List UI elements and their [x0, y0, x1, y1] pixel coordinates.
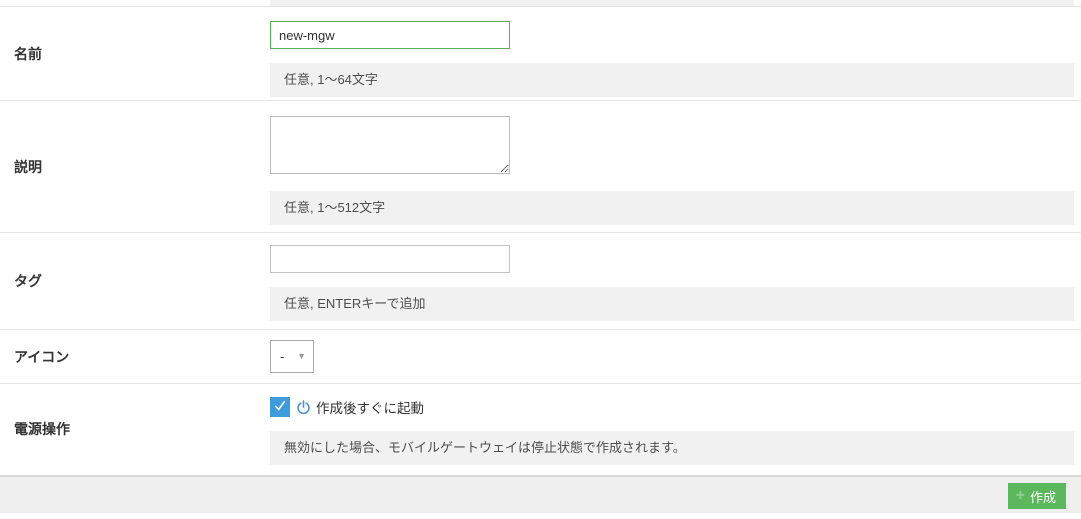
icon-select-value: -	[280, 349, 284, 364]
power-checkbox-line: 作成後すぐに起動	[270, 397, 1074, 417]
create-button-label: 作成	[1030, 487, 1056, 506]
tags-input[interactable]	[270, 245, 510, 273]
form-body: 名前 任意, 1～64文字 説明 任意, 1～512文字 タグ 任意, ENTE…	[0, 7, 1081, 474]
plus-icon: +	[1016, 488, 1025, 504]
name-field-label: 名前	[0, 44, 270, 64]
name-input[interactable]	[270, 21, 510, 49]
description-field-label: 説明	[0, 157, 270, 177]
form-row-tags: タグ 任意, ENTERキーで追加	[0, 233, 1081, 330]
create-mobile-gateway-form: 名前 任意, 1～64文字 説明 任意, 1～512文字 タグ 任意, ENTE…	[0, 0, 1081, 519]
power-icon	[296, 400, 311, 415]
form-row-description: 説明 任意, 1～512文字	[0, 101, 1081, 233]
icon-select[interactable]: - ▼	[270, 340, 314, 373]
description-textarea[interactable]	[270, 116, 510, 174]
form-row-icon: アイコン - ▼	[0, 330, 1081, 384]
power-on-checkbox[interactable]	[270, 397, 290, 417]
description-field-hint: 任意, 1～512文字	[270, 191, 1074, 225]
tags-field-hint: 任意, ENTERキーで追加	[270, 287, 1074, 321]
check-icon	[273, 398, 287, 417]
create-button[interactable]: + 作成	[1008, 483, 1066, 509]
form-row-name: 名前 任意, 1～64文字	[0, 7, 1081, 101]
name-field-hint: 任意, 1～64文字	[270, 63, 1074, 97]
power-field-hint: 無効にした場合、モバイルゲートウェイは停止状態で作成されます。	[270, 431, 1074, 465]
tags-field-label: タグ	[0, 271, 270, 291]
power-checkbox-label: 作成後すぐに起動	[316, 397, 424, 417]
form-row-power: 電源操作	[0, 384, 1081, 474]
icon-field-label: アイコン	[0, 347, 270, 367]
form-footer: + 作成	[0, 475, 1081, 513]
caret-down-icon: ▼	[297, 352, 306, 361]
power-field-label: 電源操作	[0, 419, 270, 439]
